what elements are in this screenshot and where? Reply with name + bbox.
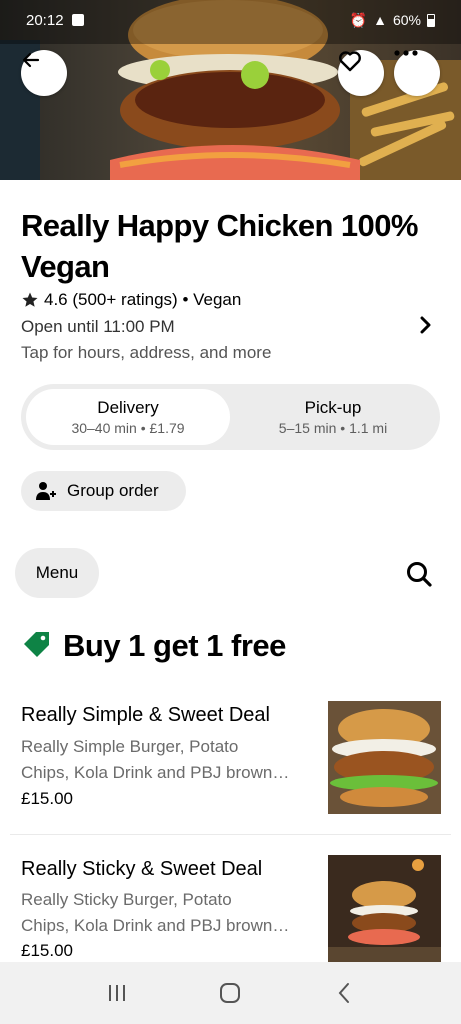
battery-icon <box>427 13 435 27</box>
add-person-icon <box>36 482 56 500</box>
notification-icon <box>71 14 84 26</box>
heart-icon <box>339 51 361 72</box>
group-order-button[interactable]: Group order <box>21 471 186 511</box>
store-name: Really Happy Chicken 100% Vegan <box>21 208 418 284</box>
pickup-option[interactable]: Pick-up 5–15 min • 1.1 mi <box>231 389 435 445</box>
search-button[interactable] <box>400 555 438 593</box>
item-name: Really Simple & Sweet Deal <box>21 704 270 726</box>
item-desc-line: Chips, Kola Drink and PBJ brown… <box>21 916 290 935</box>
pickup-detail: 5–15 min • 1.1 mi <box>278 420 388 436</box>
delivery-detail: 30–40 min • £1.79 <box>71 420 185 436</box>
item-desc-line: Chips, Kola Drink and PBJ brown… <box>21 763 290 782</box>
status-time: 20:12 <box>26 11 64 29</box>
ellipsis-icon <box>394 50 418 56</box>
store-rating: 4.6 (500+ ratings) • Vegan <box>21 290 241 310</box>
item-image <box>328 855 441 962</box>
home-icon <box>220 983 241 1003</box>
item-price: £15.00 <box>21 941 73 960</box>
store-info-chevron[interactable] <box>416 312 436 338</box>
delivery-option[interactable]: Delivery 30–40 min • £1.79 <box>26 389 230 445</box>
alarm-icon: ⏰ <box>349 11 368 28</box>
delivery-label: Delivery <box>97 398 159 417</box>
star-icon <box>22 292 38 307</box>
fulfillment-toggle: Delivery 30–40 min • £1.79 Pick-up 5–15 … <box>21 384 440 450</box>
search-icon <box>407 562 432 587</box>
home-button[interactable] <box>210 973 250 1013</box>
item-description: Really Sticky Burger, Potato Chips, Kola… <box>21 887 301 939</box>
item-description: Really Simple Burger, Potato Chips, Kola… <box>21 734 301 786</box>
status-bar: 20:12 ⏰ ▲ 60% <box>0 0 461 40</box>
back-button[interactable] <box>21 50 67 96</box>
system-nav-bar <box>0 962 461 1024</box>
menu-item[interactable]: Really Simple & Sweet Deal Really Simple… <box>0 700 461 830</box>
rating-text: 4.6 (500+ ratings) • Vegan <box>44 290 242 309</box>
system-back-button[interactable] <box>324 973 364 1013</box>
menu-button[interactable]: Menu <box>15 548 99 598</box>
store-more-info[interactable]: Tap for hours, address, and more <box>21 343 271 363</box>
item-name: Really Sticky & Sweet Deal <box>21 858 263 880</box>
signal-icon: ▲ <box>373 12 387 28</box>
group-order-label: Group order <box>67 481 159 500</box>
battery-percent: 60% <box>392 12 421 28</box>
back-chevron-icon <box>338 983 350 1003</box>
deal-section-header: Buy 1 get 1 free <box>21 628 286 664</box>
tag-icon <box>24 632 49 657</box>
item-desc-line: Really Simple Burger, Potato <box>21 737 239 756</box>
recents-icon <box>108 985 125 1001</box>
recent-apps-button[interactable] <box>97 973 137 1013</box>
menu-item[interactable]: Really Sticky & Sweet Deal Really Sticky… <box>0 854 461 962</box>
pickup-label: Pick-up <box>304 398 362 417</box>
store-hours[interactable]: Open until 11:00 PM <box>21 317 175 337</box>
more-options-button[interactable] <box>394 50 440 96</box>
hero-image: 20:12 ⏰ ▲ 60% <box>0 0 461 180</box>
item-desc-line: Really Sticky Burger, Potato <box>21 890 232 909</box>
item-image <box>328 701 441 814</box>
item-price: £15.00 <box>21 789 73 808</box>
section-title: Buy 1 get 1 free <box>63 628 286 663</box>
chevron-right-icon <box>420 316 431 334</box>
favorite-button[interactable] <box>338 50 384 96</box>
arrow-left-icon <box>22 52 40 68</box>
item-divider <box>10 834 451 835</box>
